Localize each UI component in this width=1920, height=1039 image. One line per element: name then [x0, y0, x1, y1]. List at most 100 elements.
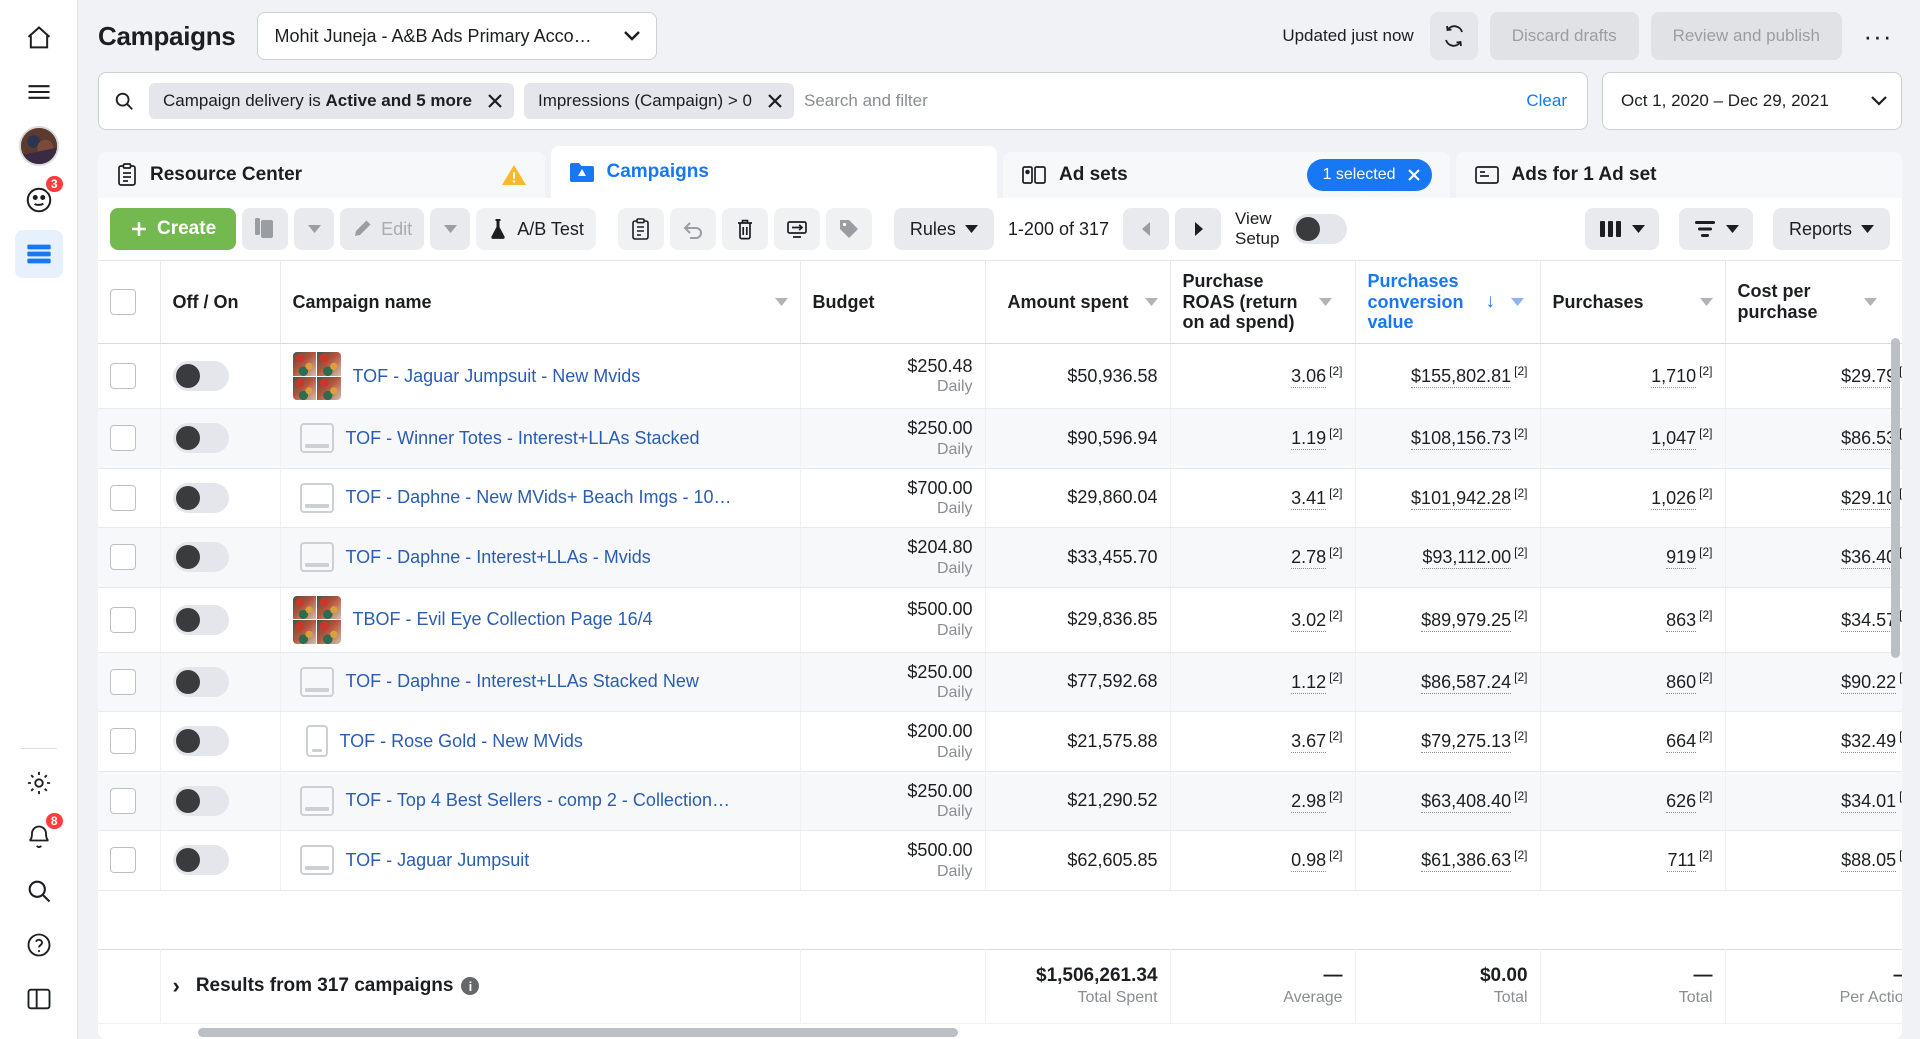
- pcv-value[interactable]: $101,942.28: [1411, 488, 1512, 510]
- table-row[interactable]: TOF - Daphne - New MVids+ Beach Imgs - 1…: [98, 468, 1902, 529]
- row-checkbox[interactable]: [110, 606, 136, 633]
- menu-icon[interactable]: [15, 68, 63, 116]
- purchases-value[interactable]: 860: [1666, 672, 1697, 694]
- chevron-down-icon[interactable]: [1863, 298, 1877, 307]
- col-header-campaign-name[interactable]: Campaign name: [280, 260, 801, 345]
- vertical-scrollbar[interactable]: [1891, 338, 1900, 658]
- discard-drafts-button[interactable]: Discard drafts: [1489, 12, 1639, 60]
- campaign-on-off-toggle[interactable]: [172, 604, 229, 635]
- horizontal-scrollbar-thumb[interactable]: [198, 1028, 958, 1037]
- filter-chip-impressions[interactable]: Impressions (Campaign) > 0: [523, 83, 794, 119]
- ad-sets-selected-chip[interactable]: 1 selected: [1306, 159, 1432, 191]
- chevron-down-icon[interactable]: [774, 298, 788, 307]
- row-checkbox[interactable]: [110, 425, 136, 452]
- campaign-name-link[interactable]: TOF - Jaguar Jumpsuit - New Mvids: [353, 366, 641, 387]
- campaign-on-off-toggle[interactable]: [172, 845, 229, 876]
- row-checkbox[interactable]: [110, 363, 136, 390]
- row-checkbox[interactable]: [110, 544, 136, 571]
- tab-ads[interactable]: Ads for 1 Ad set: [1455, 152, 1902, 198]
- roas-value[interactable]: 2.98: [1291, 791, 1327, 813]
- campaign-on-off-toggle[interactable]: [172, 726, 229, 757]
- clipboard-button[interactable]: [617, 208, 664, 250]
- tab-resource-center[interactable]: Resource Center: [98, 152, 545, 198]
- ab-test-button[interactable]: A/B Test: [476, 208, 596, 250]
- pcv-value[interactable]: $155,802.81: [1411, 366, 1512, 389]
- search-input[interactable]: Search and filter: [804, 91, 1516, 111]
- purchases-value[interactable]: 863: [1666, 610, 1697, 632]
- sort-descending-icon[interactable]: ↓: [1486, 291, 1496, 313]
- avatar[interactable]: [15, 122, 63, 170]
- table-scroll-region[interactable]: Off / On Campaign name Budget Amount spe…: [98, 260, 1902, 949]
- edit-button[interactable]: Edit: [340, 208, 425, 250]
- roas-value[interactable]: 1.19: [1291, 428, 1327, 451]
- table-row[interactable]: TOF - Jaguar Jumpsuit - New Mvids $250.48…: [98, 343, 1902, 410]
- more-options-icon[interactable]: ···: [1854, 12, 1902, 60]
- roas-value[interactable]: 3.02: [1291, 610, 1327, 632]
- row-checkbox[interactable]: [110, 787, 136, 814]
- clear-filters-link[interactable]: Clear: [1526, 91, 1573, 111]
- roas-value[interactable]: 3.41: [1291, 488, 1327, 510]
- sidebar-item-campaigns-table[interactable]: [14, 230, 63, 278]
- purchases-value[interactable]: 1,026: [1651, 488, 1697, 510]
- view-setup-toggle[interactable]: [1293, 214, 1348, 244]
- roas-value[interactable]: 3.06: [1291, 366, 1327, 389]
- close-icon[interactable]: [1406, 167, 1422, 183]
- campaign-name-link[interactable]: TOF - Rose Gold - New MVids: [340, 731, 583, 752]
- review-and-publish-button[interactable]: Review and publish: [1650, 12, 1842, 60]
- export-button[interactable]: [773, 208, 820, 250]
- bell-icon[interactable]: 8: [15, 811, 65, 861]
- cpp-value[interactable]: $29.79: [1841, 366, 1897, 389]
- col-header-amount-spent[interactable]: Amount spent: [985, 260, 1171, 345]
- row-checkbox[interactable]: [110, 484, 136, 511]
- chevron-right-icon[interactable]: ›: [173, 973, 180, 999]
- purchases-value[interactable]: 711: [1667, 850, 1697, 873]
- col-header-purchases[interactable]: Purchases: [1540, 260, 1726, 345]
- pcv-value[interactable]: $63,408.40: [1421, 791, 1512, 813]
- tab-campaigns[interactable]: Campaigns: [550, 146, 997, 198]
- campaign-on-off-toggle[interactable]: [172, 482, 229, 513]
- pcv-value[interactable]: $86,587.24: [1421, 672, 1512, 694]
- campaign-name-link[interactable]: TOF - Winner Totes - Interest+LLAs Stack…: [346, 428, 700, 449]
- table-row[interactable]: TOF - Winner Totes - Interest+LLAs Stack…: [98, 408, 1902, 469]
- col-header-purchases-conversion-value[interactable]: Purchases conversion value ↓: [1355, 260, 1541, 345]
- cpp-value[interactable]: $88.05: [1841, 850, 1897, 873]
- roas-value[interactable]: 0.98: [1291, 850, 1327, 873]
- roas-value[interactable]: 1.12: [1291, 672, 1327, 694]
- purchases-value[interactable]: 1,710: [1651, 366, 1697, 389]
- chevron-down-icon[interactable]: [1144, 298, 1158, 307]
- chevron-down-icon[interactable]: [1699, 298, 1713, 307]
- duplicate-button[interactable]: [242, 208, 289, 250]
- campaign-name-link[interactable]: TOF - Daphne - Interest+LLAs - Mvids: [346, 547, 651, 568]
- next-page-button[interactable]: [1175, 208, 1222, 250]
- cpp-value[interactable]: $32.49: [1841, 731, 1897, 754]
- prev-page-button[interactable]: [1123, 208, 1170, 250]
- notifications-face-icon[interactable]: 3: [15, 174, 65, 224]
- account-selector[interactable]: Mohit Juneja - A&B Ads Primary Acco…: [257, 12, 658, 60]
- horizontal-scrollbar[interactable]: [98, 1023, 1902, 1039]
- row-checkbox[interactable]: [110, 847, 136, 874]
- table-row[interactable]: TOF - Daphne - Interest+LLAs Stacked New…: [98, 652, 1902, 713]
- purchases-value[interactable]: 919: [1666, 547, 1697, 570]
- close-icon[interactable]: [486, 92, 504, 110]
- campaign-name-link[interactable]: TBOF - Evil Eye Collection Page 16/4: [353, 609, 653, 630]
- cpp-value[interactable]: $36.40: [1841, 547, 1897, 570]
- duplicate-dropdown[interactable]: [294, 208, 335, 250]
- campaign-on-off-toggle[interactable]: [172, 542, 229, 573]
- close-icon[interactable]: [766, 92, 784, 110]
- cpp-value[interactable]: $29.10: [1841, 488, 1897, 510]
- purchases-value[interactable]: 664: [1666, 731, 1697, 754]
- cpp-value[interactable]: $86.53: [1841, 428, 1897, 451]
- campaign-on-off-toggle[interactable]: [172, 666, 229, 697]
- chevron-down-icon[interactable]: [1318, 298, 1332, 307]
- table-row[interactable]: TBOF - Evil Eye Collection Page 16/4 $500…: [98, 587, 1902, 653]
- campaign-name-link[interactable]: TOF - Top 4 Best Sellers - comp 2 - Coll…: [346, 790, 730, 811]
- purchases-value[interactable]: 626: [1666, 791, 1697, 813]
- col-header-budget[interactable]: Budget: [800, 260, 986, 345]
- campaign-on-off-toggle[interactable]: [172, 361, 229, 392]
- tab-ad-sets[interactable]: Ad sets 1 selected: [1003, 152, 1450, 198]
- table-row[interactable]: TOF - Daphne - Interest+LLAs - Mvids $204…: [98, 527, 1902, 588]
- date-range-picker[interactable]: Oct 1, 2020 – Dec 29, 2021: [1602, 72, 1902, 130]
- table-row[interactable]: TOF - Top 4 Best Sellers - comp 2 - Coll…: [98, 771, 1902, 832]
- gear-icon[interactable]: [15, 759, 63, 807]
- reports-button[interactable]: Reports: [1772, 208, 1890, 250]
